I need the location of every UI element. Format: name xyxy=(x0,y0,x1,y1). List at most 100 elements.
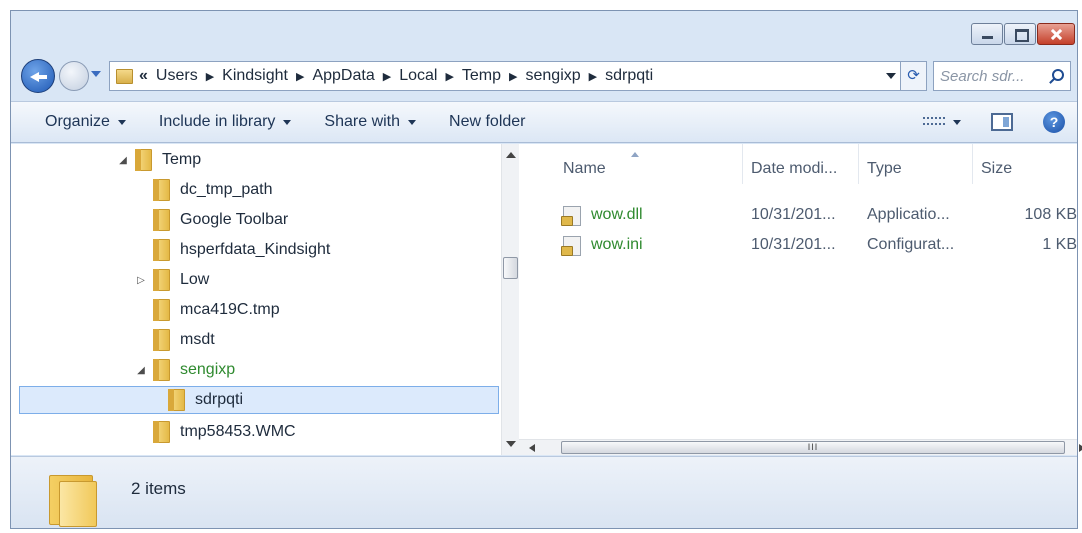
collapse-icon[interactable]: ◢ xyxy=(117,155,129,166)
new-folder-label: New folder xyxy=(449,113,526,130)
breadcrumb-kindsight[interactable]: Kindsight xyxy=(222,67,288,85)
tree-item-label: Google Toolbar xyxy=(180,211,289,228)
maximize-button[interactable] xyxy=(1004,23,1036,45)
tree-item-label: dc_tmp_path xyxy=(180,181,273,198)
forward-button[interactable] xyxy=(59,61,89,91)
column-header-type[interactable]: Type xyxy=(859,144,973,184)
address-bar[interactable]: « Users ▶ Kindsight ▶ AppData ▶ Local ▶ … xyxy=(109,61,927,91)
tree-item-dc-tmp-path[interactable]: dc_tmp_path xyxy=(135,176,273,204)
folder-icon xyxy=(153,209,170,231)
scroll-down-icon[interactable] xyxy=(506,441,516,447)
breadcrumb-sdrpqti[interactable]: sdrpqti xyxy=(605,67,653,85)
column-header-size[interactable]: Size xyxy=(973,144,1077,184)
horizontal-scrollbar[interactable]: III xyxy=(519,439,1082,455)
file-type: Configurat... xyxy=(867,236,955,253)
column-header-row: Name Date modi... Type Size xyxy=(519,144,1077,184)
preview-pane-icon[interactable] xyxy=(991,113,1013,131)
breadcrumb-overflow[interactable]: « xyxy=(139,67,148,85)
navigation-row: « Users ▶ Kindsight ▶ AppData ▶ Local ▶ … xyxy=(11,55,1077,97)
locked-file-icon xyxy=(561,236,581,256)
folder-icon xyxy=(153,299,170,321)
item-count: 2 items xyxy=(131,479,186,498)
tree-item-msdt[interactable]: msdt xyxy=(135,326,215,354)
file-row[interactable]: wow.ini 10/31/201... Configurat... 1 KB xyxy=(519,232,1077,260)
scroll-thumb[interactable]: III xyxy=(561,441,1065,454)
breadcrumb-local[interactable]: Local xyxy=(399,67,437,85)
search-input[interactable]: Search sdr... xyxy=(940,68,1024,85)
command-bar: Organize Include in library Share with N… xyxy=(11,101,1077,143)
breadcrumb-separator-icon[interactable]: ▶ xyxy=(206,70,214,83)
column-header-date-modified[interactable]: Date modi... xyxy=(743,144,859,184)
column-header-name[interactable]: Name xyxy=(555,144,743,184)
tree-item-mca419c-tmp[interactable]: mca419C.tmp xyxy=(135,296,280,324)
file-list: Name Date modi... Type Size wow.dll 10/3… xyxy=(519,144,1082,455)
folder-front xyxy=(59,481,97,527)
tree-item-sengixp[interactable]: ◢ sengixp xyxy=(135,356,235,384)
folder-icon xyxy=(153,269,170,291)
file-name: wow.ini xyxy=(591,236,643,253)
tree-item-label: Temp xyxy=(162,151,202,168)
folder-icon xyxy=(135,149,152,171)
search-box[interactable]: Search sdr... xyxy=(933,61,1071,91)
minimize-button[interactable] xyxy=(971,23,1003,45)
file-name: wow.dll xyxy=(591,206,643,223)
toolbar-right: ? xyxy=(923,102,1077,142)
folder-icon xyxy=(153,359,170,381)
explorer-window: « Users ▶ Kindsight ▶ AppData ▶ Local ▶ … xyxy=(10,10,1082,529)
tree-item-label: msdt xyxy=(180,331,215,348)
scroll-thumb[interactable] xyxy=(503,257,518,279)
search-icon[interactable] xyxy=(1052,69,1064,81)
breadcrumb-temp[interactable]: Temp xyxy=(462,67,501,85)
include-in-library-menu[interactable]: Include in library xyxy=(159,113,292,131)
file-size: 108 KB xyxy=(1024,206,1077,223)
tree-item-google-toolbar[interactable]: Google Toolbar xyxy=(135,206,288,234)
file-type: Applicatio... xyxy=(867,206,950,223)
breadcrumb-separator-icon[interactable]: ▶ xyxy=(445,70,453,83)
refresh-icon[interactable]: ⟳ xyxy=(900,62,926,90)
breadcrumb-separator-icon[interactable]: ▶ xyxy=(296,70,304,83)
new-folder-button[interactable]: New folder xyxy=(449,113,525,131)
tree-item-label: sdrpqti xyxy=(195,391,244,408)
help-icon[interactable]: ? xyxy=(1043,111,1065,133)
scroll-left-icon[interactable] xyxy=(529,444,535,452)
views-dropdown-icon[interactable] xyxy=(953,119,961,125)
breadcrumb-sengixp[interactable]: sengixp xyxy=(526,67,581,85)
collapse-icon[interactable]: ◢ xyxy=(135,365,147,376)
caption-buttons xyxy=(970,23,1075,45)
chevron-down-icon xyxy=(283,119,292,125)
change-view-icon[interactable] xyxy=(923,115,945,129)
tree-item-hsperfdata-kindsight[interactable]: hsperfdata_Kindsight xyxy=(135,236,330,264)
tree-item-label: tmp58453.WMC xyxy=(180,423,296,440)
organize-menu[interactable]: Organize xyxy=(45,113,126,131)
folder-icon xyxy=(153,179,170,201)
tree-item-low[interactable]: ▷ Low xyxy=(135,266,209,294)
file-date: 10/31/201... xyxy=(751,206,836,223)
folder-icon xyxy=(153,329,170,351)
breadcrumb-users[interactable]: Users xyxy=(156,67,198,85)
tree-item-temp[interactable]: ◢ Temp xyxy=(117,146,201,174)
folder-icon xyxy=(168,389,185,411)
scroll-up-icon[interactable] xyxy=(506,152,516,158)
file-row[interactable]: wow.dll 10/31/201... Applicatio... 108 K… xyxy=(519,202,1077,230)
tree-item-label: sengixp xyxy=(180,361,236,378)
details-pane: 2 items xyxy=(11,456,1077,528)
include-in-library-label: Include in library xyxy=(158,113,276,130)
share-with-menu[interactable]: Share with xyxy=(324,113,417,131)
file-date: 10/31/201... xyxy=(751,236,836,253)
navigation-scrollbar[interactable] xyxy=(501,144,519,455)
folder-icon xyxy=(153,421,170,443)
back-button[interactable] xyxy=(21,59,55,93)
chevron-down-icon xyxy=(117,119,126,125)
breadcrumb-separator-icon[interactable]: ▶ xyxy=(589,70,597,83)
breadcrumb-separator-icon[interactable]: ▶ xyxy=(383,70,391,83)
tree-item-sdrpqti[interactable]: sdrpqti xyxy=(19,386,499,414)
close-button[interactable] xyxy=(1037,23,1075,45)
organize-label: Organize xyxy=(45,113,110,130)
folder-icon xyxy=(153,239,170,261)
expand-icon[interactable]: ▷ xyxy=(135,275,147,286)
breadcrumb-appdata[interactable]: AppData xyxy=(312,67,374,85)
address-dropdown-icon[interactable] xyxy=(886,73,896,79)
recent-pages-dropdown[interactable] xyxy=(91,71,101,77)
tree-item-tmp58453-wmc[interactable]: tmp58453.WMC xyxy=(135,418,296,446)
breadcrumb-separator-icon[interactable]: ▶ xyxy=(509,70,517,83)
